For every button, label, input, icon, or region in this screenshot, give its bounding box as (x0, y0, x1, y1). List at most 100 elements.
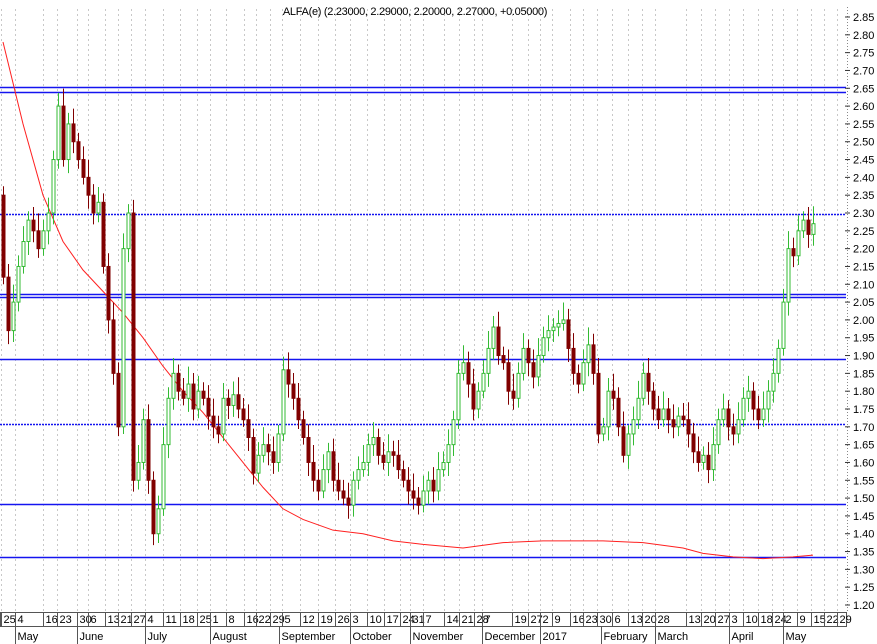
candle-down (1, 186, 6, 285)
candle-body (231, 394, 236, 406)
candle-body (271, 451, 276, 463)
candle-body (366, 444, 371, 463)
candle-body (581, 362, 586, 385)
candle-body (51, 159, 56, 214)
y-tick-label: 1.75 (853, 404, 874, 416)
y-tick-label: 2.85 (853, 12, 874, 24)
x-tick-label: 4 (18, 614, 24, 626)
candle-body (41, 230, 46, 250)
candle-up (586, 327, 591, 377)
candle-up (701, 446, 706, 470)
candle-body (176, 372, 181, 392)
candle-down (76, 132, 81, 169)
candle-body (791, 248, 796, 257)
grid (1, 9, 838, 612)
candle-body (181, 390, 186, 399)
candle-body (421, 490, 426, 506)
candle-body (226, 397, 231, 406)
x-tick-label: 13 (689, 614, 701, 626)
candle-down (101, 193, 106, 274)
candle-up (321, 454, 326, 499)
candle-down (506, 349, 511, 405)
x-tick-label: 9 (555, 614, 561, 626)
candle-down (241, 397, 246, 427)
candle-down (471, 368, 476, 421)
candle-body (566, 319, 571, 349)
candle-up (536, 338, 541, 387)
candle-down (751, 382, 756, 421)
y-axis: 2.85 2.80 2.75 2.70 2.65 2.60 2.55 2.50 2.45 2.40… (845, 7, 874, 612)
chart-title: ALFA(e) (2.23000, 2.29000, 2.20000, 2.27… (283, 6, 547, 18)
month-label: April (732, 631, 754, 643)
candle-up (716, 408, 721, 454)
candle-body (436, 469, 441, 492)
candle-down (71, 108, 76, 154)
candle-up (66, 112, 71, 174)
candle-body (701, 454, 706, 463)
candle-body (136, 461, 141, 481)
x-tick-label: 19 (515, 614, 527, 626)
candle-down (806, 206, 811, 248)
x-tick-label: 12 (303, 614, 315, 626)
candle-body (451, 419, 456, 446)
candle-up (766, 380, 771, 423)
x-tick-label: 22 (259, 614, 271, 626)
candle-up (486, 330, 491, 387)
candle-body (691, 433, 696, 453)
candle-down (206, 385, 211, 430)
x-tick-label: 25 (200, 614, 212, 626)
candle-down (236, 377, 241, 419)
candle-body (196, 390, 201, 410)
candle-body (556, 322, 561, 328)
candle-body (336, 479, 341, 492)
candle-body (481, 372, 486, 392)
candle-body (276, 433, 281, 463)
candle-up (171, 358, 176, 410)
x-tick-label: 25 (4, 614, 16, 626)
candle-body (536, 355, 541, 378)
candle-body (616, 397, 621, 428)
candle-down (316, 469, 321, 501)
x-tick-label: 4 (148, 614, 154, 626)
y-tick-label: 2.15 (853, 261, 874, 273)
y-tick-label: 2.75 (853, 48, 874, 60)
candle-down (181, 377, 186, 406)
candle-up (746, 375, 751, 412)
x-tick-label: 3 (353, 614, 359, 626)
y-tick-label: 2.65 (853, 83, 874, 95)
candle-body (126, 212, 131, 250)
x-tick-label: 16 (46, 614, 58, 626)
candle-up (541, 326, 546, 363)
candle-down (501, 346, 506, 370)
candle-body (596, 372, 601, 435)
y-tick-label: 2.20 (853, 244, 874, 256)
candle-down (81, 146, 86, 185)
candle-up (551, 318, 556, 343)
candle-body (626, 433, 631, 456)
month-label: June (80, 631, 104, 643)
y-tick-label: 2.80 (853, 30, 874, 42)
candle-body (141, 419, 146, 463)
candle-up (476, 382, 481, 419)
candle-down (496, 311, 501, 365)
candle-down (576, 364, 581, 394)
month-label: May (786, 631, 807, 643)
candle-up (626, 425, 631, 469)
candle-body (731, 426, 736, 435)
x-tick-label: 18 (183, 614, 195, 626)
candle-body (576, 372, 581, 385)
candles (1, 88, 816, 546)
candle-body (541, 337, 546, 357)
x-tick-label: 10 (746, 614, 758, 626)
candle-down (61, 88, 66, 167)
candle-body (156, 508, 161, 535)
candle-down (566, 308, 571, 362)
candle-body (391, 451, 396, 456)
candle-up (796, 215, 801, 266)
candle-body (186, 383, 191, 399)
y-tick-label: 2.60 (853, 101, 874, 113)
candle-down (666, 397, 671, 434)
candle-body (236, 394, 241, 410)
candle-body (361, 461, 366, 471)
month-label: 2017 (543, 631, 567, 643)
